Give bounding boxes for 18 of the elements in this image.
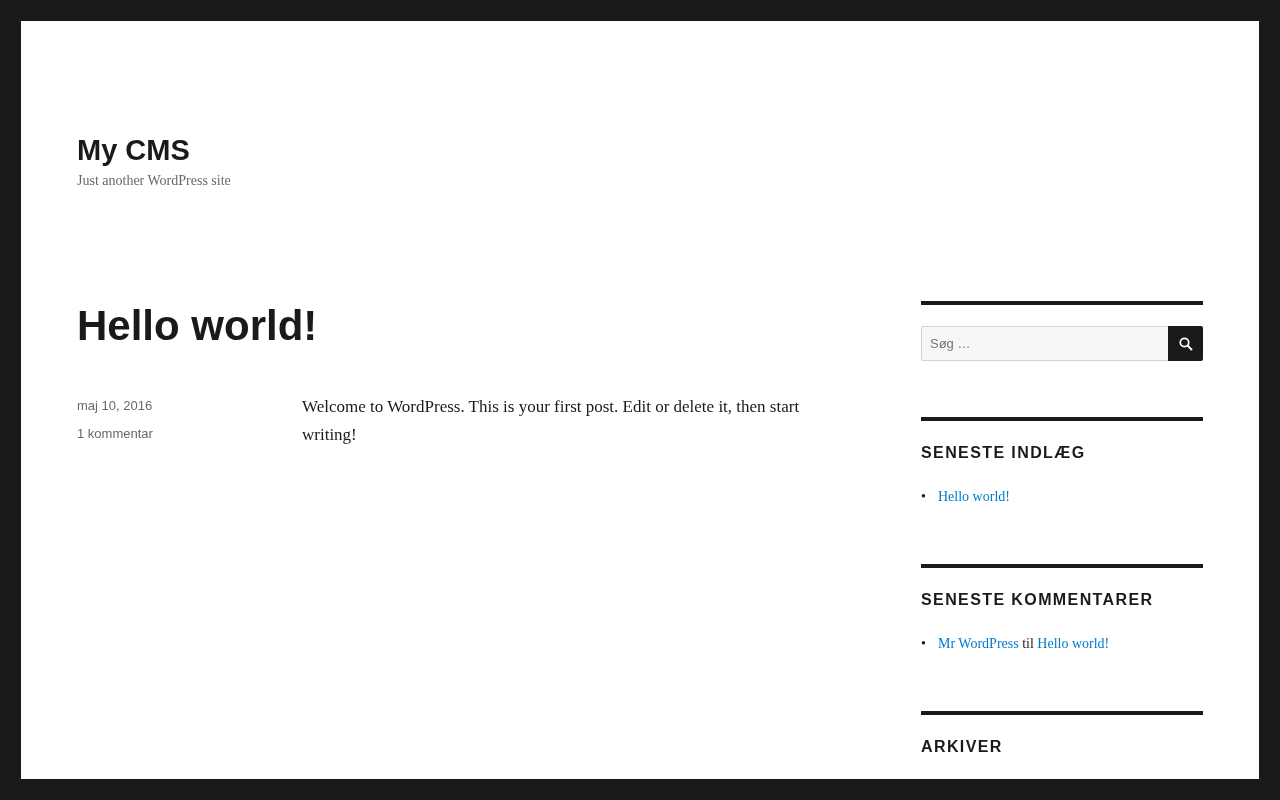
comment-author-link[interactable]: Mr WordPress [938, 636, 1019, 651]
widget-title: SENESTE INDLÆG [921, 443, 1087, 463]
list-bullet: • [921, 635, 927, 653]
post-link[interactable]: Hello world! [938, 489, 1010, 504]
post-link[interactable]: Hello world! [1037, 636, 1110, 651]
comment-joiner: til [1022, 636, 1034, 651]
site-title[interactable]: My CMS [77, 131, 190, 169]
post-date-link[interactable]: maj 10, 2016 [77, 397, 153, 415]
list-bullet: • [921, 488, 927, 506]
widget-title: SENESTE KOMMENTARER [921, 590, 1155, 610]
search-button[interactable] [1168, 326, 1203, 361]
post-title: Hello world! [77, 301, 319, 351]
search-icon [1178, 336, 1193, 351]
comments-link[interactable]: 1 kommentar [77, 425, 153, 443]
widget-title: ARKIVER [921, 737, 1004, 757]
site-tagline: Just another WordPress site [77, 173, 232, 189]
post-body: Welcome to WordPress. This is your first post. Edit or delete it, then start writing! [302, 396, 801, 446]
search-field[interactable]: Søg … [921, 326, 1168, 361]
